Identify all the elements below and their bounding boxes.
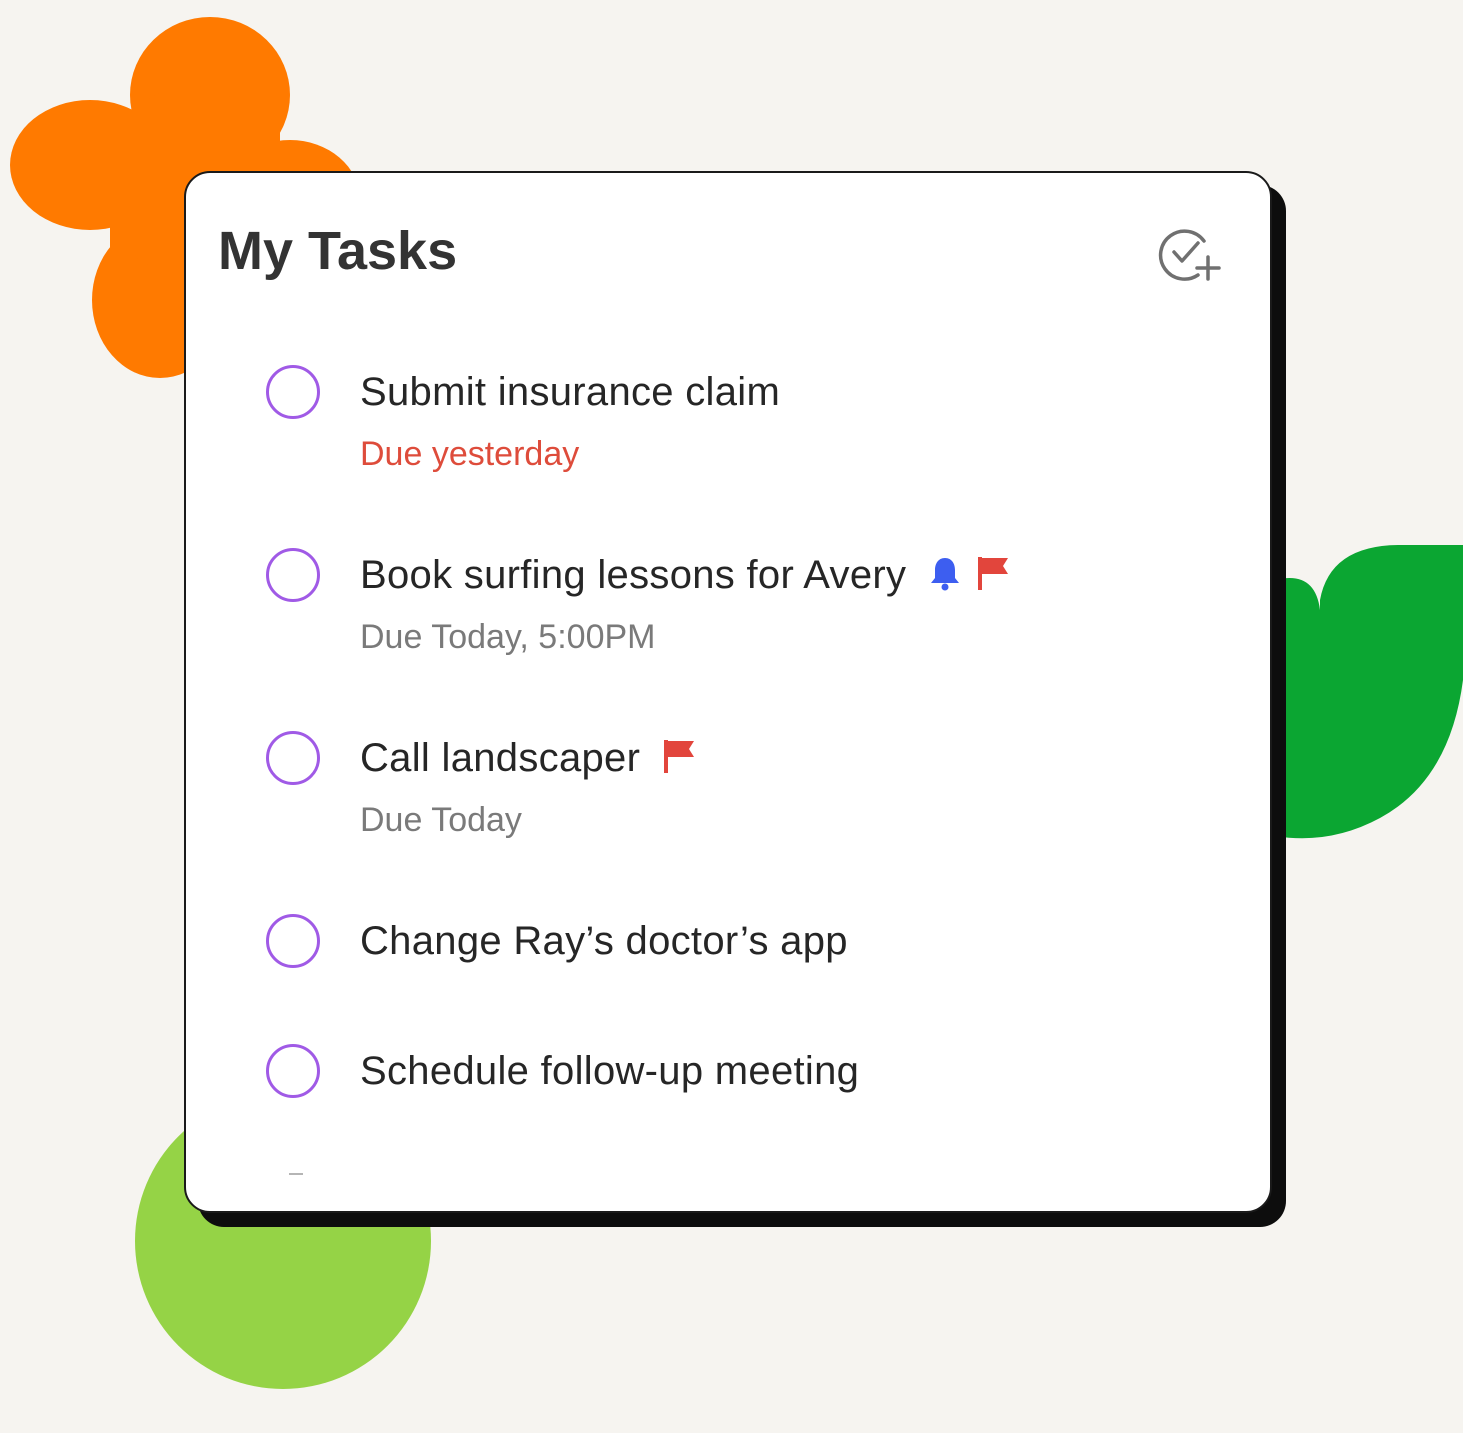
add-task-button[interactable]: [1154, 219, 1226, 291]
task-checkbox[interactable]: [266, 548, 320, 602]
flag-icon: [978, 557, 1009, 590]
task-due-date: Due yesterday: [360, 435, 580, 473]
tasks-card: My Tasks Submit insurance claim Due yest…: [184, 171, 1272, 1213]
task-title: Call landscaper: [360, 731, 696, 785]
bell-icon: [931, 558, 960, 591]
task-title: Submit insurance claim: [360, 370, 781, 414]
task-checkbox[interactable]: [266, 365, 320, 419]
page-title: My Tasks: [218, 221, 458, 281]
task-title: Schedule follow-up meeting: [360, 1049, 860, 1093]
task-checkbox[interactable]: [266, 914, 320, 968]
flag-icon: [664, 740, 695, 773]
task-title: Book surfing lessons for Avery: [360, 548, 1010, 602]
task-due-date: Due Today: [360, 801, 522, 839]
check-circle-plus-icon: [1158, 229, 1221, 281]
task-title: Change Ray’s doctor’s app: [360, 919, 848, 963]
task-due-date: Due Today, 5:00PM: [360, 618, 656, 656]
next-item-peek: [289, 1173, 303, 1175]
task-checkbox[interactable]: [266, 731, 320, 785]
task-checkbox[interactable]: [266, 1044, 320, 1098]
green-blob: [1275, 545, 1463, 839]
